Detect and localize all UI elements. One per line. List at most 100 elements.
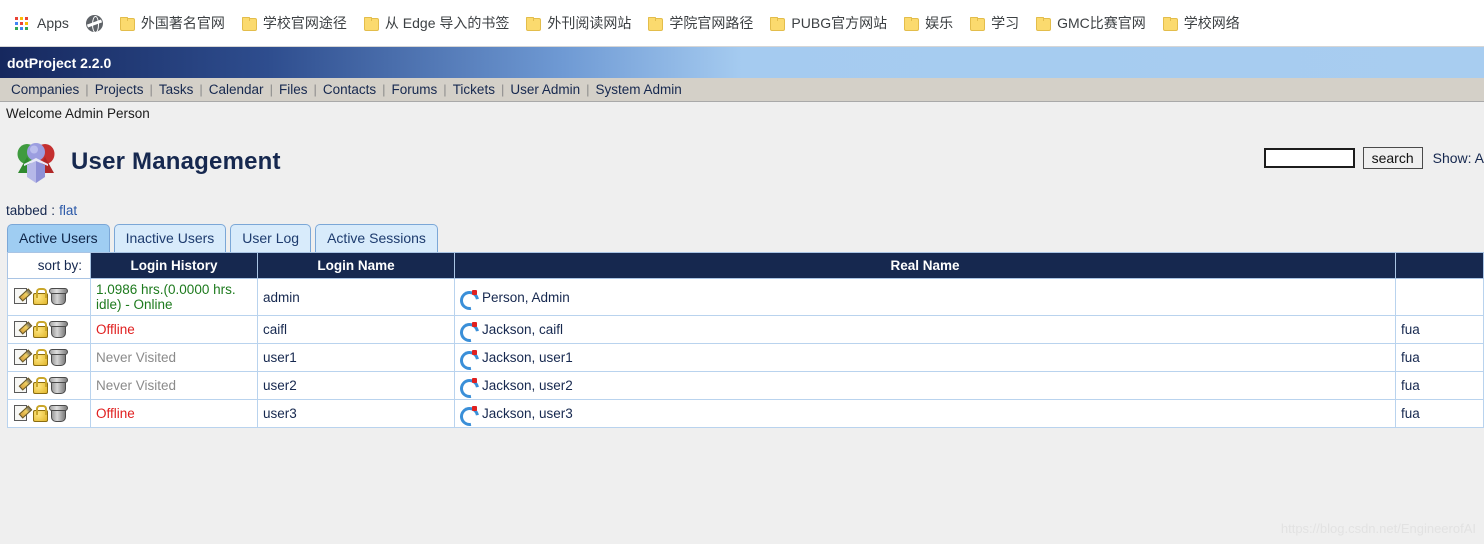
- welcome-bar: Welcome Admin Person: [0, 102, 1484, 125]
- bookmark-item-0[interactable]: 外国著名官网: [113, 8, 232, 38]
- nav-item-calendar[interactable]: Calendar: [203, 82, 270, 97]
- column-header-extra[interactable]: [1395, 252, 1484, 279]
- real-name-value: Person, Admin: [482, 289, 570, 305]
- nav-item-companies[interactable]: Companies: [5, 82, 85, 97]
- table-row: Offline caifl Jackson, caifl fua: [7, 315, 1484, 344]
- nav-item-system-admin[interactable]: System Admin: [590, 82, 688, 97]
- edit-icon[interactable]: [13, 404, 30, 421]
- nav-item-forums[interactable]: Forums: [386, 82, 444, 97]
- edit-icon[interactable]: [13, 348, 30, 365]
- tab-inactive-users[interactable]: Inactive Users: [113, 224, 227, 252]
- row-actions: [7, 399, 91, 428]
- bookmark-item-2[interactable]: 从 Edge 导入的书签: [357, 8, 516, 38]
- cell-extra: fua: [1395, 399, 1484, 428]
- browser-bookmarks-bar: Apps 外国著名官网 学校官网途径 从 Edge 导入的书签 外刊阅读网站 学…: [0, 0, 1484, 47]
- edit-icon[interactable]: [13, 287, 30, 304]
- tab-strip: Active Users Inactive Users User Log Act…: [0, 222, 1484, 252]
- apps-button[interactable]: Apps: [8, 8, 76, 38]
- bookmark-item-7[interactable]: 学习: [963, 8, 1026, 38]
- bookmark-item-4[interactable]: 学院官网路径: [641, 8, 760, 38]
- nav-item-files[interactable]: Files: [273, 82, 314, 97]
- view-mode-separator: :: [51, 202, 56, 218]
- cell-login-name: admin: [257, 278, 455, 316]
- watermark-text: https://blog.csdn.net/EngineerofAI: [1280, 521, 1476, 536]
- row-actions: [7, 343, 91, 372]
- bookmark-label: GMC比赛官网: [1057, 15, 1146, 31]
- trash-icon[interactable]: [49, 287, 68, 305]
- sync-icon: [460, 322, 477, 337]
- folder-icon: [241, 17, 257, 31]
- column-header-real-name[interactable]: Real Name: [454, 252, 1396, 279]
- nav-item-tickets[interactable]: Tickets: [447, 82, 501, 97]
- trash-icon[interactable]: [49, 320, 68, 338]
- nav-item-projects[interactable]: Projects: [89, 82, 150, 97]
- bookmark-item-3[interactable]: 外刊阅读网站: [519, 8, 638, 38]
- bookmark-item-1[interactable]: 学校官网途径: [235, 8, 354, 38]
- cell-login-history: 1.0986 hrs.(0.0000 hrs. idle) - Online: [90, 278, 258, 316]
- bookmark-item-6[interactable]: 娱乐: [897, 8, 960, 38]
- folder-icon: [119, 17, 135, 31]
- folder-icon: [1036, 17, 1052, 31]
- bookmark-item-9[interactable]: 学校网络: [1156, 8, 1247, 38]
- search-input[interactable]: [1263, 148, 1355, 168]
- cell-login-history: Never Visited: [90, 343, 258, 372]
- column-header-login-history[interactable]: Login History: [90, 252, 258, 279]
- nav-item-contacts[interactable]: Contacts: [317, 82, 382, 97]
- lock-icon[interactable]: [31, 376, 48, 394]
- edit-icon[interactable]: [13, 376, 30, 393]
- edit-icon[interactable]: [13, 320, 30, 337]
- bookmark-item-8[interactable]: GMC比赛官网: [1029, 8, 1153, 38]
- lock-icon[interactable]: [31, 348, 48, 366]
- trash-icon[interactable]: [49, 348, 68, 366]
- real-name-value: Jackson, caifl: [482, 322, 564, 337]
- cell-real-name: Jackson, user1: [454, 343, 1396, 372]
- table-row: 1.0986 hrs.(0.0000 hrs. idle) - Online a…: [7, 278, 1484, 316]
- tab-active-users[interactable]: Active Users: [7, 224, 110, 252]
- cell-login-name: user3: [257, 399, 455, 428]
- nav-item-tasks[interactable]: Tasks: [153, 82, 200, 97]
- view-mode-flat-link[interactable]: flat: [59, 203, 77, 218]
- search-button[interactable]: search: [1362, 147, 1423, 169]
- folder-icon: [648, 17, 664, 31]
- real-name-value: Jackson, user3: [482, 406, 573, 421]
- cell-login-name: caifl: [257, 315, 455, 344]
- show-filter-label[interactable]: Show: A: [1433, 150, 1484, 166]
- bookmark-label: 从 Edge 导入的书签: [384, 15, 510, 31]
- login-history-value: Never Visited: [96, 350, 177, 365]
- cell-login-name: user1: [257, 343, 455, 372]
- cell-extra: fua: [1395, 343, 1484, 372]
- bookmark-item-5[interactable]: PUBG官方网站: [763, 8, 894, 38]
- real-name-value: Jackson, user1: [482, 350, 573, 365]
- table-row: Offline user3 Jackson, user3 fua: [7, 399, 1484, 428]
- grid-apps-icon: [15, 16, 28, 30]
- lock-icon[interactable]: [31, 320, 48, 338]
- cell-extra: fua: [1395, 371, 1484, 400]
- bookmark-globe-button[interactable]: [79, 8, 110, 38]
- cell-extra: [1395, 278, 1484, 316]
- globe-icon: [85, 14, 103, 33]
- lock-icon[interactable]: [31, 287, 48, 305]
- login-history-value: 1.0986 hrs.(0.0000 hrs. idle) - Online: [96, 282, 236, 312]
- cell-real-name: Jackson, caifl: [454, 315, 1396, 344]
- folder-icon: [770, 17, 786, 31]
- tab-active-sessions[interactable]: Active Sessions: [315, 224, 438, 252]
- row-actions: [7, 278, 91, 316]
- trash-icon[interactable]: [49, 404, 68, 422]
- tab-user-log[interactable]: User Log: [230, 224, 312, 252]
- apps-label: Apps: [37, 15, 69, 31]
- cell-real-name: Person, Admin: [454, 278, 1396, 316]
- cell-login-history: Offline: [90, 399, 258, 428]
- folder-icon: [904, 17, 920, 31]
- trash-icon[interactable]: [49, 376, 68, 394]
- column-header-login-name[interactable]: Login Name: [257, 252, 455, 279]
- sort-by-label: sort by:: [7, 252, 91, 279]
- view-mode-switch: tabbed : flat: [0, 198, 1484, 222]
- users-group-icon: [14, 139, 58, 185]
- login-history-value: Never Visited: [96, 378, 177, 393]
- sync-icon: [460, 289, 477, 305]
- bookmark-label: 外国著名官网: [140, 15, 225, 31]
- nav-item-user-admin[interactable]: User Admin: [504, 82, 586, 97]
- lock-icon[interactable]: [31, 404, 48, 422]
- folder-icon: [526, 17, 542, 31]
- app-title: dotProject 2.2.0: [7, 54, 112, 71]
